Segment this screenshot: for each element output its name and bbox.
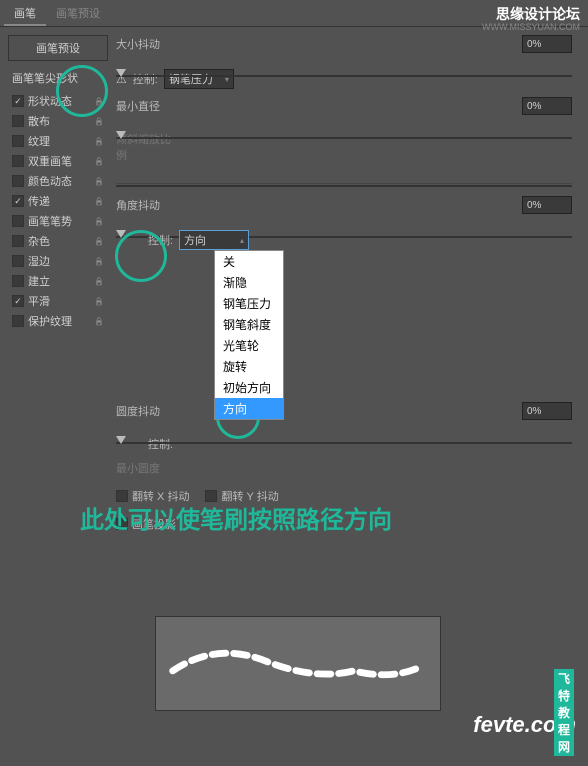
dropdown-item[interactable]: 旋转 (215, 356, 283, 377)
control1-value: 钢笔压力 (169, 71, 213, 87)
control3-label: 控制: (148, 436, 173, 452)
lock-icon (94, 116, 104, 126)
lock-icon (94, 296, 104, 306)
min-diameter-label: 最小直径 (116, 98, 176, 114)
control1-row: ⚠ 控制: 钢笔压力 ▾ (116, 69, 572, 89)
lock-icon (94, 316, 104, 326)
sidebar-item-1[interactable]: 散布 (8, 111, 108, 131)
checkbox[interactable] (12, 95, 24, 107)
roundness-jitter-label: 圆度抖动 (116, 403, 176, 419)
checkbox[interactable] (12, 175, 24, 187)
checkbox[interactable] (12, 215, 24, 227)
watermark-url: WWW.MISSYUAN.COM (482, 22, 580, 32)
checkbox[interactable] (12, 195, 24, 207)
tab-brush[interactable]: 画笔 (4, 2, 46, 26)
sidebar-item-4[interactable]: 颜色动态 (8, 171, 108, 191)
sidebar-item-label: 颜色动态 (28, 173, 72, 189)
size-jitter-input[interactable] (522, 35, 572, 53)
angle-jitter-row: 角度抖动 (116, 196, 572, 214)
sidebar-item-label: 平滑 (28, 293, 50, 309)
dropdown-item[interactable]: 初始方向 (215, 377, 283, 398)
tip-shape-label: 画笔笔尖形状 (12, 70, 78, 86)
sidebar-item-label: 湿边 (28, 253, 50, 269)
min-roundness-label: 最小圆度 (116, 460, 176, 476)
sidebar-item-8[interactable]: 湿边 (8, 251, 108, 271)
tab-preset[interactable]: 画笔预设 (46, 2, 110, 26)
sidebar-item-0[interactable]: 形状动态 (8, 91, 108, 111)
dropdown-item[interactable]: 钢笔压力 (215, 293, 283, 314)
sidebar-item-10[interactable]: 平滑 (8, 291, 108, 311)
dropdown-item[interactable]: 关 (215, 251, 283, 272)
sidebar-item-label: 画笔笔势 (28, 213, 72, 229)
checkbox[interactable] (12, 155, 24, 167)
control2-row: 控制: 方向 ▴ 关渐隐钢笔压力钢笔斜度光笔轮旋转初始方向方向 (148, 230, 572, 250)
control1-label: 控制: (133, 71, 158, 87)
sidebar-tip-shape[interactable]: 画笔笔尖形状 (8, 68, 108, 88)
tilt-scale-row: 倾斜缩放比例 (116, 131, 572, 163)
sidebar-item-label: 散布 (28, 113, 50, 129)
sidebar-item-label: 建立 (28, 273, 50, 289)
control2-dropdown: 关渐隐钢笔压力钢笔斜度光笔轮旋转初始方向方向 (214, 250, 284, 420)
annotation-text: 此处可以使笔刷按照路径方向 (80, 500, 392, 535)
lock-icon (94, 136, 104, 146)
sidebar-item-6[interactable]: 画笔笔势 (8, 211, 108, 231)
checkbox[interactable] (12, 255, 24, 267)
wave-stroke (156, 617, 440, 710)
angle-jitter-label: 角度抖动 (116, 197, 176, 213)
min-diameter-input[interactable] (522, 97, 572, 115)
sidebar-item-9[interactable]: 建立 (8, 271, 108, 291)
sidebar-item-label: 形状动态 (28, 93, 72, 109)
lock-icon (94, 216, 104, 226)
checkbox[interactable] (12, 275, 24, 287)
sidebar: 画笔预设 画笔笔尖形状 形状动态散布纹理双重画笔颜色动态传递画笔笔势杂色湿边建立… (8, 35, 108, 532)
control2-label: 控制: (148, 232, 173, 248)
min-roundness-row: 最小圆度 (116, 460, 572, 476)
roundness-jitter-row: 圆度抖动 (116, 402, 572, 420)
chevron-updown-icon: ▴ (240, 236, 244, 245)
lock-icon (94, 156, 104, 166)
lock-icon (94, 236, 104, 246)
control2-select[interactable]: 方向 ▴ (179, 230, 249, 250)
size-jitter-label: 大小抖动 (116, 36, 176, 52)
lock-icon (94, 96, 104, 106)
checkbox[interactable] (12, 295, 24, 307)
lock-icon (94, 176, 104, 186)
checkbox[interactable] (12, 135, 24, 147)
sidebar-item-label: 纹理 (28, 133, 50, 149)
lock-icon (94, 276, 104, 286)
sidebar-item-3[interactable]: 双重画笔 (8, 151, 108, 171)
sidebar-item-label: 传递 (28, 193, 50, 209)
roundness-jitter-input[interactable] (522, 402, 572, 420)
control3-row: 控制: (148, 436, 572, 452)
min-diameter-row: 最小直径 (116, 97, 572, 115)
lock-icon (94, 196, 104, 206)
brush-preset-button[interactable]: 画笔预设 (8, 35, 108, 61)
dropdown-item[interactable]: 渐隐 (215, 272, 283, 293)
checkbox[interactable] (12, 115, 24, 127)
sidebar-item-11[interactable]: 保护纹理 (8, 311, 108, 331)
brush-preview (155, 616, 441, 711)
sidebar-item-2[interactable]: 纹理 (8, 131, 108, 151)
control1-select[interactable]: 钢笔压力 ▾ (164, 69, 234, 89)
dropdown-item[interactable]: 方向 (215, 398, 283, 419)
angle-jitter-input[interactable] (522, 196, 572, 214)
sidebar-item-label: 双重画笔 (28, 153, 72, 169)
sidebar-item-7[interactable]: 杂色 (8, 231, 108, 251)
size-jitter-row: 大小抖动 (116, 35, 572, 53)
sidebar-item-label: 保护纹理 (28, 313, 72, 329)
sidebar-item-label: 杂色 (28, 233, 50, 249)
logo-sub: 飞特教程网 (554, 669, 574, 756)
control2-value: 方向 (184, 232, 206, 248)
checkbox[interactable] (12, 315, 24, 327)
main-panel: 画笔预设 画笔笔尖形状 形状动态散布纹理双重画笔颜色动态传递画笔笔势杂色湿边建立… (0, 27, 588, 540)
dropdown-item[interactable]: 钢笔斜度 (215, 314, 283, 335)
lock-icon (94, 256, 104, 266)
sidebar-item-5[interactable]: 传递 (8, 191, 108, 211)
divider (116, 183, 572, 184)
content-area: 大小抖动 ⚠ 控制: 钢笔压力 ▾ 最小直径 倾斜缩放比例 角度抖动 (108, 35, 580, 532)
dropdown-item[interactable]: 光笔轮 (215, 335, 283, 356)
watermark-title: 思缘设计论坛 (496, 4, 580, 24)
checkbox[interactable] (12, 235, 24, 247)
